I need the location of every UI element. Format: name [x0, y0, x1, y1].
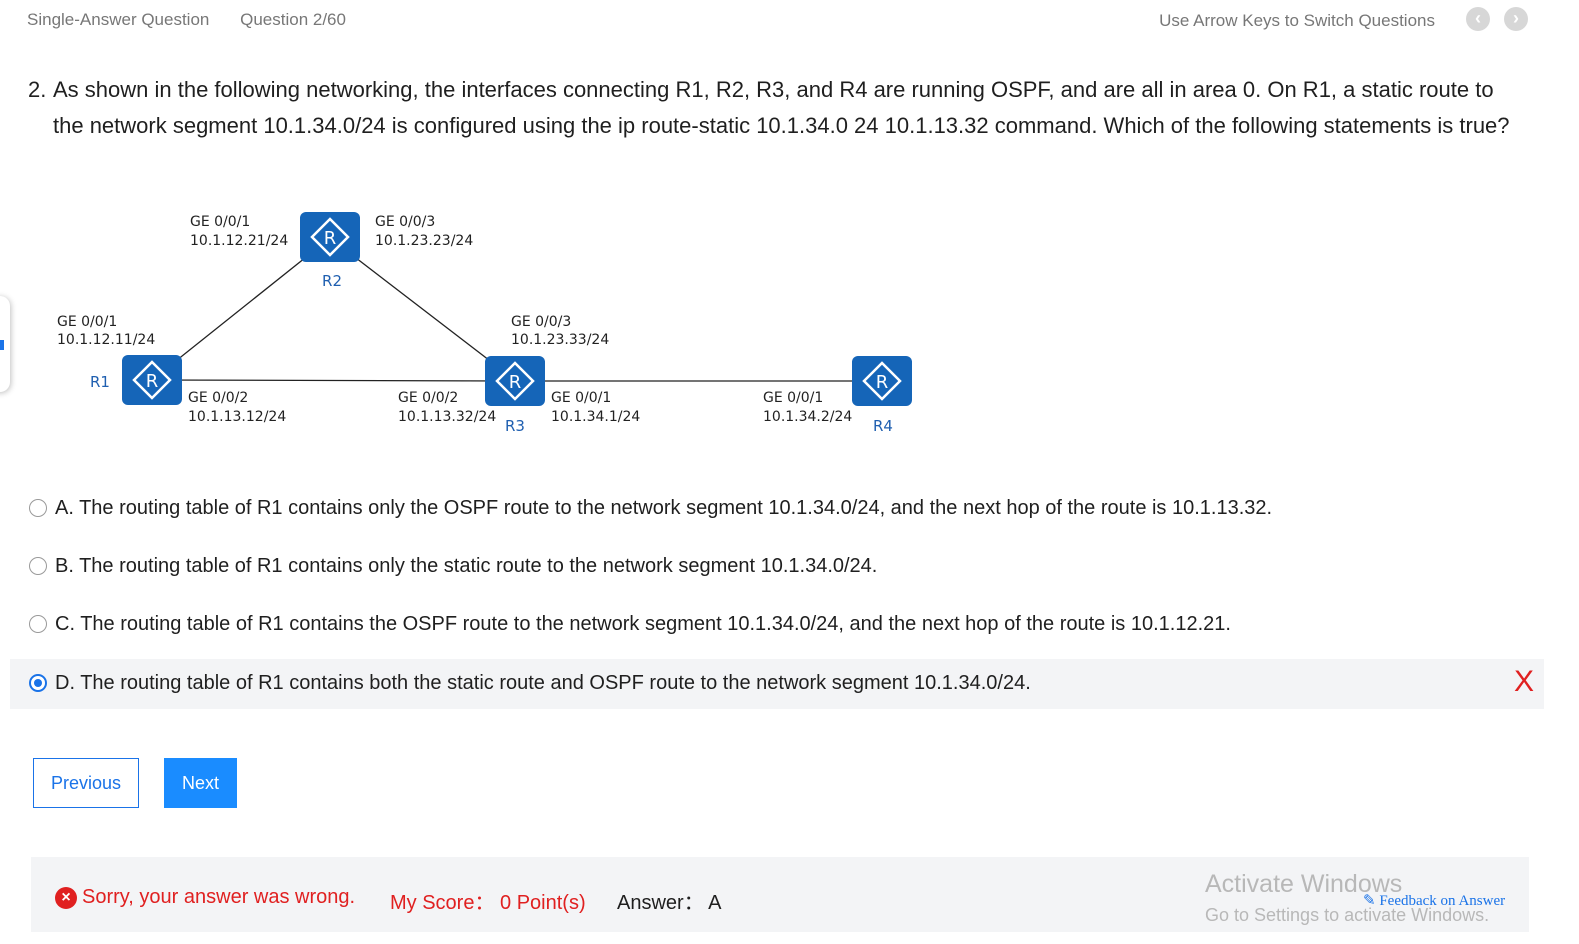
next-button[interactable]: Next — [164, 758, 237, 808]
router-r4-icon: R — [852, 356, 912, 406]
result-status: Sorry, your answer was wrong. — [82, 886, 356, 908]
option-b[interactable]: B. The routing table of R1 contains only… — [10, 542, 1544, 592]
previous-button[interactable]: Previous — [33, 758, 139, 808]
router-r2-label: R2 — [322, 272, 342, 290]
chevron-left-icon[interactable]: ‹ — [1466, 7, 1490, 31]
r1-top-ip: 10.1.12.11/24 — [57, 332, 155, 348]
r4-left-ip: 10.1.34.2/24 — [763, 409, 852, 425]
link-r1-r3 — [151, 379, 516, 382]
x-circle-icon: × — [55, 887, 77, 909]
option-a-radio[interactable] — [29, 499, 47, 517]
correct-answer: Answer： A — [617, 892, 722, 914]
svg-text:R: R — [509, 372, 522, 393]
activation-watermark-subtitle: Go to Settings to activate Windows. — [1205, 905, 1490, 925]
network-diagram: R R R R R2 R1 R3 R4 GE 0/0/1 10.1.12.21/… — [57, 212, 912, 435]
r3-right-interface: GE 0/0/1 — [551, 390, 611, 406]
question-text: As shown in the following networking, th… — [53, 77, 1510, 138]
svg-text:R: R — [146, 371, 159, 392]
router-r3-icon: R — [485, 356, 545, 406]
r4-left-interface: GE 0/0/1 — [763, 390, 823, 406]
question-stem: 2. As shown in the following networking,… — [28, 72, 1528, 144]
svg-text:R: R — [324, 228, 337, 249]
r3-top-ip: 10.1.23.33/24 — [511, 332, 609, 348]
question-counter: Question 2/60 — [240, 10, 346, 29]
option-c-radio[interactable] — [29, 615, 47, 633]
option-d-radio[interactable] — [29, 674, 47, 692]
router-r1-label: R1 — [90, 373, 110, 391]
r2-left-interface: GE 0/0/1 — [190, 214, 250, 230]
option-c[interactable]: C. The routing table of R1 contains the … — [10, 600, 1544, 650]
r1-top-interface: GE 0/0/1 — [57, 314, 117, 330]
option-d[interactable]: D. The routing table of R1 contains both… — [10, 659, 1544, 709]
question-meta: Single-Answer Question Question 2/60 — [27, 10, 372, 30]
r2-right-ip: 10.1.23.23/24 — [375, 233, 473, 249]
option-d-text: D. The routing table of R1 contains both… — [55, 672, 1031, 694]
option-a[interactable]: A. The routing table of R1 contains only… — [10, 484, 1544, 534]
chevron-right-icon[interactable]: › — [1504, 7, 1528, 31]
r2-right-interface: GE 0/0/3 — [375, 214, 435, 230]
r1-right-ip: 10.1.13.12/24 — [188, 409, 286, 425]
option-c-text: C. The routing table of R1 contains the … — [55, 613, 1231, 635]
wrong-mark-icon: X — [1513, 665, 1534, 698]
r3-top-interface: GE 0/0/3 — [511, 314, 571, 330]
keyboard-hint: Use Arrow Keys to Switch Questions — [1159, 11, 1435, 30]
question-number: 2. — [28, 77, 47, 102]
score-text: My Score： 0 Point(s) — [390, 892, 586, 914]
r3-left-interface: GE 0/0/2 — [398, 390, 458, 406]
router-r2-icon: R — [300, 212, 360, 262]
r3-left-ip: 10.1.13.32/24 — [398, 409, 496, 425]
option-b-radio[interactable] — [29, 557, 47, 575]
top-bar: Single-Answer Question Question 2/60 Use… — [0, 0, 1579, 40]
r1-right-interface: GE 0/0/2 — [188, 390, 248, 406]
router-r1-icon: R — [122, 355, 182, 405]
activation-watermark-title: Activate Windows — [1205, 870, 1403, 898]
option-a-text: A. The routing table of R1 contains only… — [55, 497, 1273, 519]
router-r4-label: R4 — [873, 417, 893, 435]
r3-right-ip: 10.1.34.1/24 — [551, 409, 640, 425]
svg-text:R: R — [876, 372, 889, 393]
r2-left-ip: 10.1.12.21/24 — [190, 233, 288, 249]
option-b-text: B. The routing table of R1 contains only… — [55, 555, 878, 577]
question-type: Single-Answer Question — [27, 10, 210, 29]
router-r3-label: R3 — [505, 417, 525, 435]
